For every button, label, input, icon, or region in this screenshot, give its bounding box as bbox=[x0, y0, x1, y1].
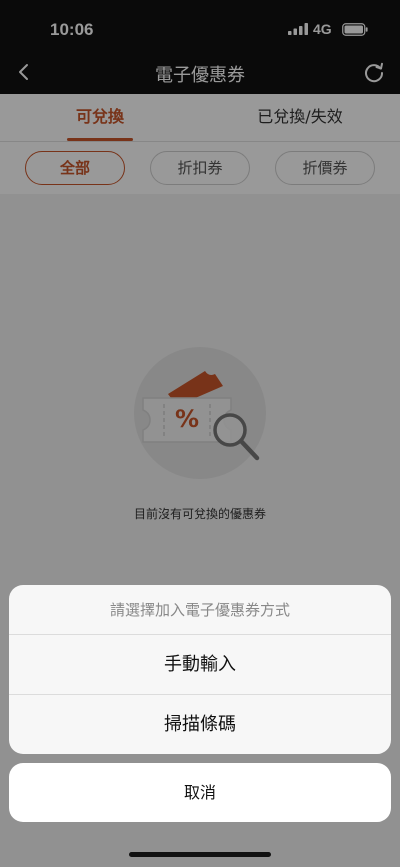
action-sheet: 請選擇加入電子優惠券方式 手動輸入 掃描條碼 bbox=[9, 585, 391, 754]
scan-barcode-option[interactable]: 掃描條碼 bbox=[9, 694, 391, 753]
coupon-page: 10:06 4G 電子優惠券 可兌換 已兌換/失效 全部 折扣券 折價券 % 目… bbox=[0, 0, 400, 867]
home-indicator bbox=[129, 852, 271, 857]
action-sheet-title: 請選擇加入電子優惠券方式 bbox=[9, 585, 391, 635]
manual-input-option[interactable]: 手動輸入 bbox=[9, 635, 391, 694]
cancel-button[interactable]: 取消 bbox=[9, 763, 391, 822]
